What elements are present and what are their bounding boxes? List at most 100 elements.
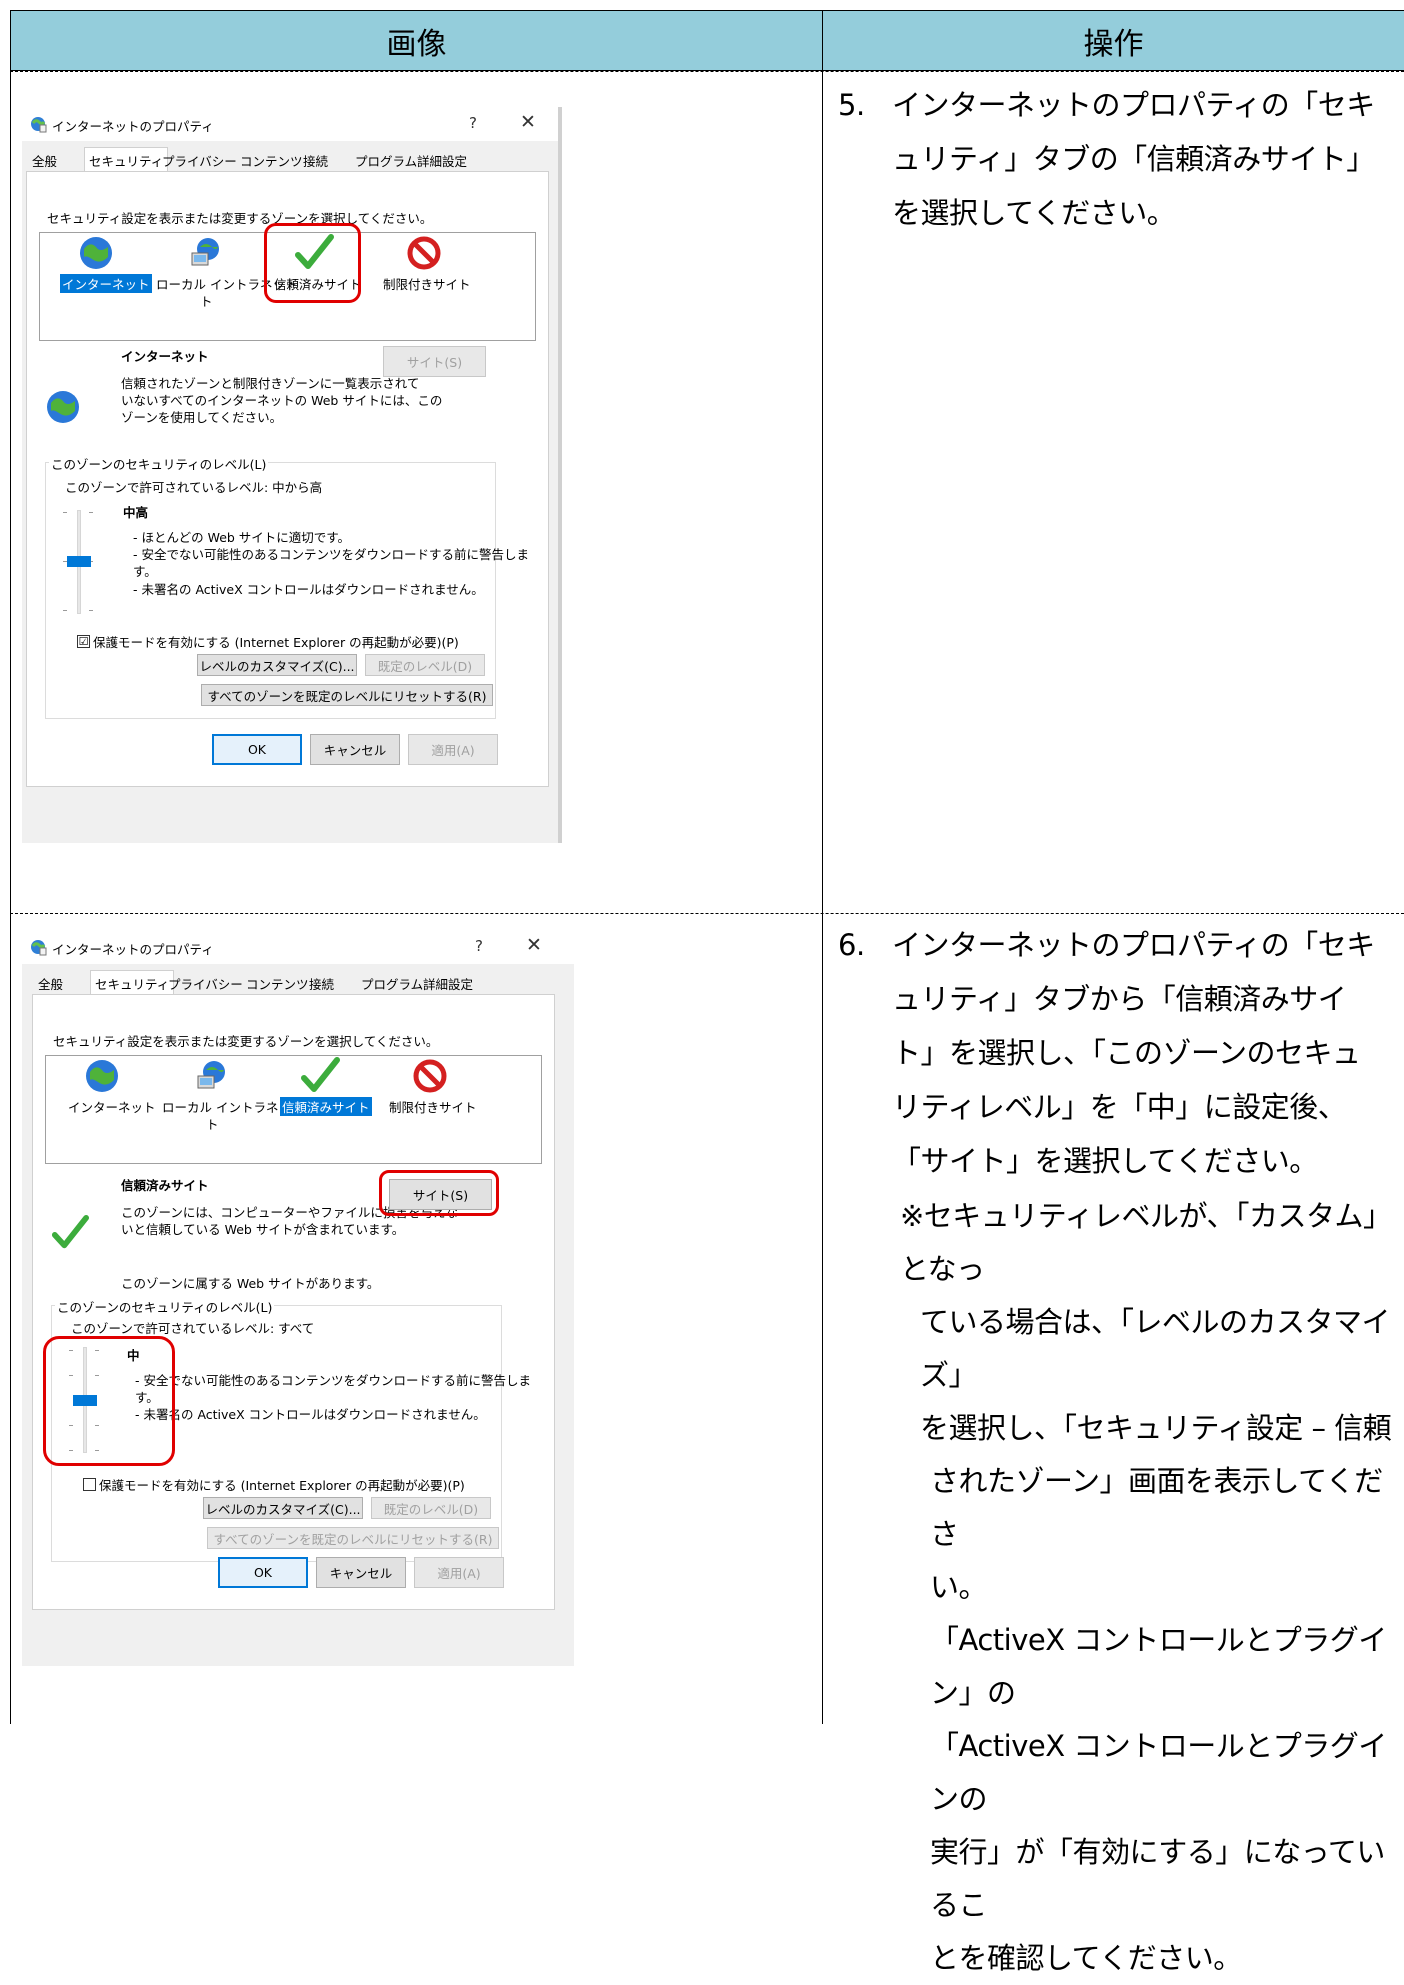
level-name: 中高: [123, 505, 149, 520]
tab-content[interactable]: コンテンツ: [240, 151, 303, 170]
step-5-text: インターネットのプロパティの「セキュリティ」タブの「信頼済みサイト」を選択してく…: [892, 88, 1375, 230]
background-window-edge: [558, 107, 562, 843]
zone-prompt: セキュリティ設定を表示または変更するゾーンを選択してください。: [47, 211, 433, 226]
tab-programs[interactable]: プログラム: [361, 974, 423, 993]
apply-label: 適用(A): [437, 1566, 481, 1581]
note-line: ※セキュリティレベルが、「カスタム」となっ: [900, 1199, 1392, 1286]
zone-internet[interactable]: インターネット: [60, 274, 152, 293]
slider-tick: [63, 512, 67, 513]
level-description-line: す。: [133, 564, 157, 579]
dialog-title: インターネットのプロパティ: [52, 942, 214, 957]
note-line: 「ActiveX コントロールとプラグインの: [930, 1729, 1387, 1816]
level-description-line: - ほとんどの Web サイトに適切です。: [133, 530, 351, 545]
step-6-text: インターネットのプロパティの「セキュリティ」タブから「信頼済みサイト」を選択し、…: [892, 928, 1375, 1178]
table-mid-border: [822, 70, 823, 1724]
local-intranet-icon: [197, 1061, 225, 1089]
tab-connections[interactable]: 接続: [309, 974, 334, 993]
default-level-button[interactable]: 既定のレベル(D): [371, 1497, 491, 1519]
trusted-sites-checkmark-icon: [301, 1057, 340, 1092]
level-description-line: - 未署名の ActiveX コントロールはダウンロードされません。: [133, 582, 484, 597]
tab-bar: 全般 セキュリティ プライバシー コンテンツ 接続 プログラム 詳細設定: [22, 147, 562, 172]
header-image-col: 画像: [10, 10, 823, 71]
zone-restricted-sites[interactable]: 制限付きサイト: [389, 1097, 477, 1116]
internet-properties-dialog-2: インターネットのプロパティ ? ✕ 全般 セキュリティ プライバシー コンテンツ…: [22, 930, 574, 1666]
tab-general[interactable]: 全般: [38, 974, 63, 993]
tab-connections[interactable]: 接続: [303, 151, 328, 170]
zone-description-line: 信頼されたゾーンと制限付きゾーンに一覧表示されて: [121, 376, 420, 391]
help-button[interactable]: ?: [475, 937, 483, 955]
note-line: されたゾーン」画面を表示してくださ: [930, 1464, 1383, 1551]
internet-options-icon: [31, 940, 47, 956]
security-level-highlight: [43, 1336, 175, 1466]
row-separator-middle: [10, 913, 1404, 914]
ok-label: OK: [247, 742, 267, 757]
cancel-label: キャンセル: [329, 1566, 393, 1581]
dialog-titlebar: インターネットのプロパティ ? ✕: [22, 107, 562, 141]
note-line: 実行」が「有効にする」になっているこ: [930, 1835, 1385, 1922]
step-6-note: ※セキュリティレベルが、「カスタム」となっ ている場合は、「レベルのカスタマイズ…: [900, 1190, 1404, 1985]
protected-mode-checkbox[interactable]: [83, 1478, 96, 1491]
tab-programs[interactable]: プログラム: [355, 151, 417, 170]
close-icon[interactable]: ✕: [520, 111, 536, 133]
tab-security[interactable]: セキュリティ: [84, 147, 169, 172]
help-button[interactable]: ?: [469, 114, 477, 132]
reset-all-zones-button[interactable]: すべてのゾーンを既定のレベルにリセットする(R): [207, 1527, 499, 1549]
tab-advanced[interactable]: 詳細設定: [423, 974, 473, 993]
internet-properties-dialog-1: インターネットのプロパティ ? ✕ 全般 セキュリティ プライバシー コンテンツ…: [22, 107, 562, 843]
apply-button[interactable]: 適用(A): [414, 1557, 504, 1588]
zone-internet[interactable]: インターネット: [68, 1097, 156, 1116]
customize-level-button[interactable]: レベルのカスタマイズ(C)...: [197, 654, 357, 676]
header-action-label: 操作: [1083, 26, 1144, 62]
zone-internet-globe-icon: [47, 391, 79, 423]
dialog-title: インターネットのプロパティ: [52, 119, 214, 134]
reset-all-zones-button[interactable]: すべてのゾーンを既定のレベルにリセットする(R): [201, 684, 493, 706]
row-separator-top: [10, 71, 1404, 72]
tab-privacy[interactable]: プライバシー: [168, 974, 243, 993]
tab-security[interactable]: セキュリティ: [90, 970, 175, 995]
zone-list: インターネット ローカル イントラネッ ト 信頼済みサイト 制限付きサイト: [45, 1055, 542, 1164]
tab-bar: 全般 セキュリティ プライバシー コンテンツ 接続 プログラム 詳細設定: [22, 970, 574, 995]
protected-mode-label: 保護モードを有効にする (Internet Explorer の再起動が必要)(…: [99, 1478, 465, 1493]
sites-button[interactable]: サイト(S): [383, 346, 486, 377]
default-level-button[interactable]: 既定のレベル(D): [365, 654, 485, 676]
ok-button[interactable]: OK: [212, 734, 302, 765]
sites-button-label: サイト(S): [406, 355, 463, 370]
zone-title: インターネット: [121, 349, 209, 364]
security-level-group-label: このゾーンのセキュリティのレベル(L): [49, 454, 269, 473]
zone-trusted-checkmark-icon: [51, 1214, 89, 1249]
customize-level-label: レベルのカスタマイズ(C)...: [199, 658, 355, 674]
step-6-number: 6.: [838, 928, 865, 962]
security-slider-thumb[interactable]: [67, 556, 91, 567]
cancel-button[interactable]: キャンセル: [310, 734, 400, 765]
zone-trusted-sites[interactable]: 信頼済みサイト: [280, 1097, 372, 1116]
internet-options-icon: [31, 117, 47, 133]
ok-button[interactable]: OK: [218, 1557, 308, 1588]
customize-level-button[interactable]: レベルのカスタマイズ(C)...: [203, 1497, 363, 1519]
security-tab-panel: セキュリティ設定を表示または変更するゾーンを選択してください。 インターネット …: [32, 994, 555, 1610]
cancel-label: キャンセル: [323, 743, 387, 758]
zone-description-line: いと信頼している Web サイトが含まれています。: [121, 1222, 405, 1237]
tab-general[interactable]: 全般: [32, 151, 57, 170]
ok-label: OK: [253, 1565, 273, 1580]
zone-local-intranet[interactable]: ローカル イントラネッ: [162, 1097, 291, 1116]
protected-mode-checkbox[interactable]: ☑: [77, 635, 90, 648]
level-description-line: - 未署名の ActiveX コントロールはダウンロードされません。: [135, 1407, 486, 1422]
zone-local-intranet-wrap: ト: [200, 294, 213, 309]
close-icon[interactable]: ✕: [526, 934, 542, 956]
note-line: い。: [930, 1570, 988, 1604]
note-line: を選択し、「セキュリティ設定 – 信頼: [920, 1411, 1392, 1445]
header-action-col: 操作: [822, 10, 1404, 71]
zone-local-intranet-wrap: ト: [206, 1117, 219, 1132]
note-line: とを確認してください。: [930, 1941, 1242, 1975]
tab-privacy[interactable]: プライバシー: [162, 151, 237, 170]
security-level-group-label: このゾーンのセキュリティのレベル(L): [55, 1297, 275, 1316]
slider-tick: [89, 610, 93, 611]
cancel-button[interactable]: キャンセル: [316, 1557, 406, 1588]
zone-restricted-sites[interactable]: 制限付きサイト: [383, 274, 471, 293]
zone-title: 信頼済みサイト: [121, 1178, 209, 1193]
tab-content[interactable]: コンテンツ: [246, 974, 309, 993]
level-description-line: - 安全でない可能性のあるコンテンツをダウンロードする前に警告しま: [133, 547, 529, 562]
apply-button[interactable]: 適用(A): [408, 734, 498, 765]
tab-advanced[interactable]: 詳細設定: [417, 151, 467, 170]
slider-tick: [89, 512, 93, 513]
